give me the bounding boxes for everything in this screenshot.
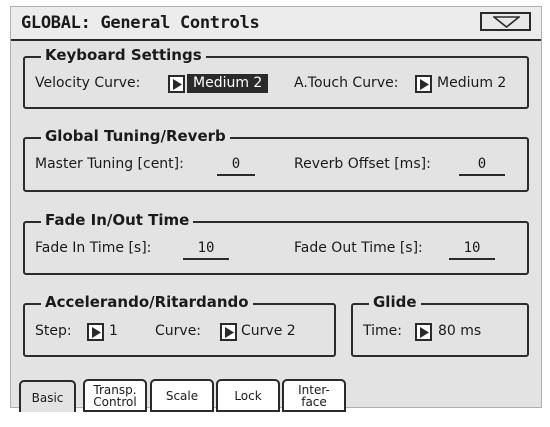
glide-panel: Glide Time: 80 ms: [351, 293, 529, 357]
triangle-right-icon: [420, 79, 429, 90]
curve-value[interactable]: Curve 2: [241, 323, 296, 339]
global-screen: GLOBAL: General Controls Keyboard Settin…: [10, 6, 542, 412]
tab-label: Control: [93, 395, 137, 409]
velocity-curve-selector[interactable]: [168, 75, 185, 93]
page-title: GLOBAL: General Controls: [21, 13, 260, 33]
tuning-reverb-legend: Global Tuning/Reverb: [41, 127, 230, 145]
tab-transp-control[interactable]: Transp. Control: [83, 379, 147, 412]
step-label: Step:: [35, 323, 72, 339]
fade-out-time-field[interactable]: 10: [449, 240, 495, 260]
velocity-curve-value[interactable]: Medium 2: [187, 74, 269, 93]
tab-label: Lock: [234, 389, 262, 403]
master-tuning-label: Master Tuning [cent]:: [35, 156, 184, 172]
fade-time-panel: Fade In/Out Time Fade In Time [s]: 10 Fa…: [23, 211, 529, 275]
fade-in-time-label: Fade In Time [s]:: [35, 240, 152, 256]
triangle-right-icon: [420, 327, 429, 338]
tab-label: Scale: [165, 389, 199, 403]
fade-time-legend: Fade In/Out Time: [41, 211, 194, 229]
accelerando-panel: Accelerando/Ritardando Step: 1 Curve: Cu…: [23, 293, 336, 357]
glide-time-label: Time:: [363, 323, 402, 339]
tuning-reverb-panel: Global Tuning/Reverb Master Tuning [cent…: [23, 127, 529, 192]
tab-interface[interactable]: Inter- face: [282, 379, 346, 412]
glide-legend: Glide: [369, 293, 421, 311]
fade-in-time-field[interactable]: 10: [183, 240, 229, 260]
reverb-offset-field[interactable]: 0: [459, 156, 505, 176]
keyboard-settings-panel: Keyboard Settings Velocity Curve: Medium…: [23, 46, 529, 109]
tab-label: Basic: [31, 391, 64, 405]
keyboard-settings-legend: Keyboard Settings: [41, 46, 206, 64]
step-value[interactable]: 1: [109, 323, 118, 339]
fade-out-time-label: Fade Out Time [s]:: [294, 240, 423, 256]
triangle-right-icon: [92, 327, 101, 338]
atouch-curve-label: A.Touch Curve:: [294, 75, 399, 91]
curve-label: Curve:: [155, 323, 202, 339]
tab-scale[interactable]: Scale: [150, 379, 214, 412]
tab-basic[interactable]: Basic: [19, 380, 76, 412]
title-bar: GLOBAL: General Controls: [11, 7, 541, 41]
atouch-curve-value[interactable]: Medium 2: [437, 75, 506, 91]
triangle-right-icon: [173, 79, 182, 90]
tab-label: face: [301, 395, 327, 409]
reverb-offset-label: Reverb Offset [ms]:: [294, 156, 431, 172]
triangle-down-icon: [493, 16, 520, 28]
glide-time-selector[interactable]: [415, 323, 432, 341]
velocity-curve-label: Velocity Curve:: [35, 75, 141, 91]
curve-selector[interactable]: [220, 323, 237, 341]
page-menu-button[interactable]: [480, 12, 531, 31]
step-selector[interactable]: [87, 323, 104, 341]
glide-time-value[interactable]: 80 ms: [438, 323, 481, 339]
triangle-right-icon: [225, 327, 234, 338]
tab-lock[interactable]: Lock: [216, 379, 280, 412]
accelerando-legend: Accelerando/Ritardando: [41, 293, 253, 311]
atouch-curve-selector[interactable]: [415, 75, 432, 93]
master-tuning-field[interactable]: 0: [217, 156, 255, 176]
